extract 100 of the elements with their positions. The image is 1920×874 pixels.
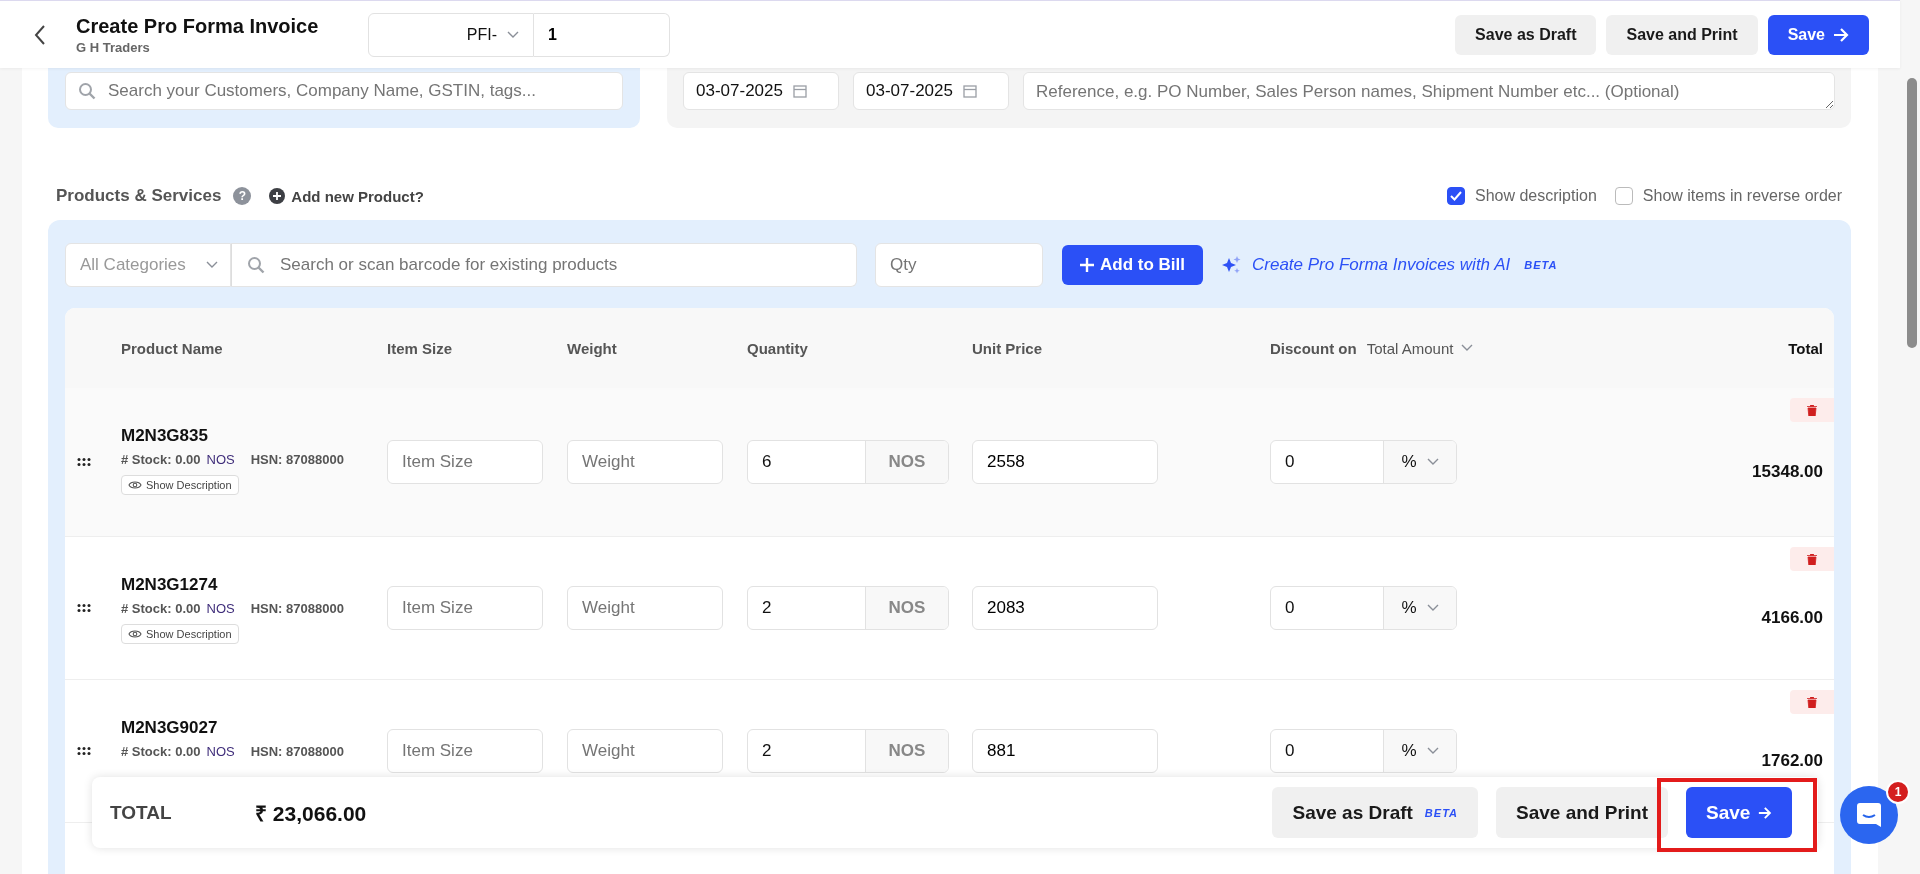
- hsn-code: HSN: 87088000: [250, 452, 344, 467]
- save-button[interactable]: Save: [1686, 787, 1792, 838]
- action-button[interactable]: Save as Draft: [1455, 14, 1597, 55]
- chevron-down-icon: [1461, 344, 1474, 352]
- product-search-field[interactable]: Search or scan barcode for existing products: [231, 243, 857, 287]
- discount-field[interactable]: 0 %: [1270, 729, 1457, 773]
- column-header: Quantity: [747, 339, 809, 357]
- product-name: M2N3G9027: [121, 718, 219, 738]
- stock-text: # Stock: 0.00: [121, 601, 201, 616]
- invoice-number-field[interactable]: 1: [534, 12, 670, 57]
- plus-icon: [1080, 258, 1094, 272]
- save-button[interactable]: Save: [1767, 14, 1869, 55]
- beta-label: BETA: [1424, 806, 1458, 819]
- column-header: Product Name: [121, 339, 224, 357]
- section-title: Products & Services: [56, 186, 222, 206]
- chevron-down-icon: [507, 30, 519, 39]
- unit-price-field[interactable]: 2083: [972, 586, 1158, 630]
- stock-text: # Stock: 0.00: [121, 452, 201, 467]
- chevron-left-icon: [34, 24, 46, 45]
- scrollbar[interactable]: [1907, 78, 1917, 348]
- option-checkbox[interactable]: Show description: [1446, 187, 1597, 205]
- discount-field[interactable]: 0 %: [1270, 440, 1457, 484]
- eye-icon: [128, 480, 142, 490]
- delete-button[interactable]: [1790, 398, 1834, 422]
- delete-button[interactable]: [1790, 547, 1834, 571]
- action-button[interactable]: Save and Print: [1606, 14, 1758, 55]
- chevron-down-icon: [1426, 747, 1439, 755]
- action-button[interactable]: Save as Draft BETA: [1272, 787, 1478, 838]
- delete-button[interactable]: [1790, 690, 1834, 714]
- column-header: Unit Price: [972, 339, 1044, 357]
- chat-bubble-icon: [1856, 802, 1882, 828]
- calendar-icon: [792, 84, 807, 98]
- trash-icon: [1807, 404, 1817, 416]
- trash-icon: [1807, 696, 1817, 708]
- discount-unit-dropdown[interactable]: %: [1383, 730, 1456, 772]
- chevron-down-icon: [1426, 604, 1439, 612]
- company-name: G H Traders: [76, 39, 151, 55]
- item-size-field[interactable]: Item Size: [387, 586, 543, 630]
- unit-label: NOS: [865, 730, 948, 772]
- eye-icon: [128, 629, 142, 639]
- plus-circle-icon: [269, 188, 286, 204]
- stock-unit: NOS: [206, 601, 235, 616]
- notification-badge: 1: [1886, 780, 1910, 804]
- weight-field[interactable]: Weight: [567, 586, 723, 630]
- stock-unit: NOS: [206, 452, 235, 467]
- qty-field[interactable]: Qty: [875, 243, 1043, 287]
- arrow-right-icon: [1758, 805, 1772, 820]
- ai-link[interactable]: Create Pro Forma Invoices with AI: [1252, 255, 1511, 275]
- total-amount: ₹ 23,066.00: [255, 800, 367, 827]
- unit-price-field[interactable]: 881: [972, 729, 1158, 773]
- stock-unit: NOS: [206, 744, 235, 759]
- row-total: 15348.00: [1752, 462, 1823, 481]
- unit-label: NOS: [865, 587, 948, 629]
- column-header: Item Size: [387, 339, 454, 357]
- product-name: M2N3G1274: [121, 575, 219, 595]
- discount-unit-dropdown[interactable]: %: [1383, 587, 1456, 629]
- customer-search-field[interactable]: Search your Customers, Company Name, GSTIN, tags...: [65, 72, 623, 110]
- total-label: TOTAL: [110, 801, 173, 824]
- drag-handle-icon: [77, 604, 91, 612]
- column-header: Weight: [567, 339, 618, 357]
- add-to-bill-button[interactable]: Add to Bill: [1062, 245, 1203, 285]
- discount-unit-dropdown[interactable]: %: [1383, 441, 1456, 483]
- chevron-down-icon: [1426, 458, 1439, 466]
- row-total: 1762.00: [1761, 751, 1823, 770]
- hsn-code: HSN: 87088000: [250, 601, 344, 616]
- action-button[interactable]: Save and Print: [1496, 787, 1668, 838]
- check-icon: [1449, 191, 1462, 201]
- discount-mode-dropdown[interactable]: Total Amount: [1366, 339, 1474, 357]
- arrow-right-icon: [1833, 27, 1849, 42]
- date-field[interactable]: 03-07-2025: [683, 72, 839, 110]
- item-size-field[interactable]: Item Size: [387, 729, 543, 773]
- drag-handle-icon: [77, 458, 91, 466]
- drag-handle-icon: [77, 747, 91, 755]
- item-size-field[interactable]: Item Size: [387, 440, 543, 484]
- prefix-dropdown[interactable]: PFI-: [368, 12, 534, 57]
- quantity-field[interactable]: 2 NOS: [747, 729, 949, 773]
- column-header: Discount on: [1270, 339, 1357, 357]
- product-name: M2N3G835: [121, 426, 209, 446]
- page-title: Create Pro Forma Invoice: [76, 14, 320, 38]
- hsn-code: HSN: 87088000: [250, 744, 344, 759]
- weight-field[interactable]: Weight: [567, 729, 723, 773]
- show-description-button[interactable]: Show Description: [121, 624, 239, 644]
- reference-field[interactable]: Reference, e.g. PO Number, Sales Person names, Shipment Number etc... (Optional): [1023, 72, 1835, 110]
- trash-icon: [1807, 553, 1817, 565]
- unit-label: NOS: [865, 441, 948, 483]
- weight-field[interactable]: Weight: [567, 440, 723, 484]
- add-new-product-link[interactable]: Add new Product?: [269, 187, 424, 205]
- show-description-button[interactable]: Show Description: [121, 475, 239, 495]
- option-checkbox[interactable]: Show items in reverse order: [1614, 187, 1842, 205]
- stock-text: # Stock: 0.00: [121, 744, 201, 759]
- quantity-field[interactable]: 2 NOS: [747, 586, 949, 630]
- quantity-field[interactable]: 6 NOS: [747, 440, 949, 484]
- row-total: 4166.00: [1761, 608, 1823, 627]
- sparkle-icon: [1222, 255, 1242, 275]
- unit-price-field[interactable]: 2558: [972, 440, 1158, 484]
- calendar-icon: [962, 84, 977, 98]
- discount-field[interactable]: 0 %: [1270, 586, 1457, 630]
- column-header: Total: [1788, 339, 1824, 357]
- beta-label: BETA: [1524, 259, 1558, 271]
- date-field[interactable]: 03-07-2025: [853, 72, 1009, 110]
